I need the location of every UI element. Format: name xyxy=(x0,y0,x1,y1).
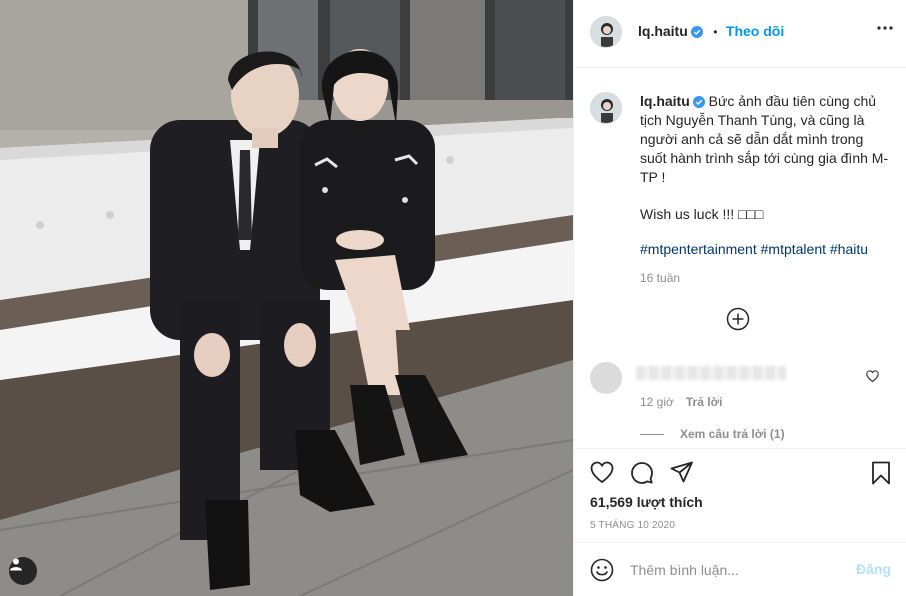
user-icon xyxy=(10,558,22,571)
caption-wish: Wish us luck !!! □□□ xyxy=(640,206,764,222)
emoji-icon[interactable] xyxy=(590,558,614,582)
caption-time-ago[interactable]: 16 tuần xyxy=(640,269,890,288)
post-side-panel: lq.haitu • Theo dõi lq.haitu Bức ảnh đầu… xyxy=(573,0,906,596)
caption-avatar[interactable] xyxy=(590,92,622,124)
load-more-comments-icon[interactable] xyxy=(726,307,750,331)
author-avatar[interactable] xyxy=(590,16,622,48)
more-options-icon[interactable] xyxy=(877,26,893,30)
avatar-image xyxy=(591,17,621,47)
comment-meta: 12 giờ Trả lời xyxy=(640,395,722,409)
view-replies-button[interactable]: Xem câu trả lời (1) xyxy=(640,427,785,441)
comment-like-heart-icon[interactable] xyxy=(866,370,879,382)
caption-username[interactable]: lq.haitu xyxy=(640,93,690,109)
save-bookmark-icon[interactable] xyxy=(871,461,891,485)
like-heart-icon[interactable] xyxy=(590,461,614,483)
instagram-post: lq.haitu • Theo dõi lq.haitu Bức ảnh đầu… xyxy=(0,0,906,596)
commenter-avatar[interactable] xyxy=(590,362,622,394)
add-comment-bar: Đăng xyxy=(574,542,906,596)
avatar-image xyxy=(591,93,621,123)
post-caption: lq.haitu Bức ảnh đầu tiên cùng chủ tịch … xyxy=(640,92,890,288)
comment-time[interactable]: 12 giờ xyxy=(640,395,674,409)
verified-badge-icon xyxy=(692,96,705,108)
follow-button[interactable]: Theo dõi xyxy=(726,23,784,39)
comment-bubble-icon[interactable] xyxy=(630,461,654,485)
photo-illustration xyxy=(0,0,573,596)
post-photo[interactable] xyxy=(0,0,573,596)
share-send-icon[interactable] xyxy=(670,461,694,483)
post-header: lq.haitu • Theo dõi xyxy=(574,0,906,68)
verified-badge-icon xyxy=(690,26,703,38)
commenter-name-blurred xyxy=(636,366,786,380)
header-separator: • xyxy=(713,25,718,39)
tag-people-button[interactable] xyxy=(9,557,37,585)
post-date[interactable]: 5 THÁNG 10 2020 xyxy=(590,520,675,531)
view-replies-label: Xem câu trả lời (1) xyxy=(680,427,785,441)
view-replies-dash xyxy=(640,433,664,435)
header-identity: lq.haitu • Theo dõi xyxy=(638,23,784,41)
post-comment-button[interactable]: Đăng xyxy=(856,561,891,577)
likes-count[interactable]: 61,569 lượt thích xyxy=(590,494,703,510)
author-username[interactable]: lq.haitu xyxy=(638,23,688,39)
caption-hashtags[interactable]: #mtpentertainment #mtptalent #haitu xyxy=(640,240,890,259)
comment-input[interactable] xyxy=(628,557,842,583)
post-actions: 61,569 lượt thích 5 THÁNG 10 2020 xyxy=(574,448,906,546)
reply-button[interactable]: Trả lời xyxy=(686,395,723,409)
